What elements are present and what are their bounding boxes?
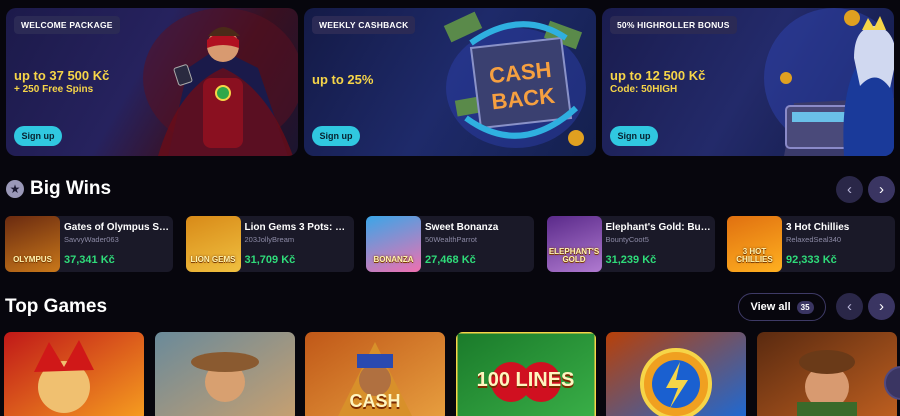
view-all-button[interactable]: View all 35 [738, 293, 826, 321]
win-game-name: Gates of Olympus Su... [64, 222, 170, 233]
game-thumbnail-label: OLYMPUS [13, 255, 52, 264]
win-game-name: Lion Gems 3 Pots: H... [244, 222, 351, 233]
game-thumbnail-label: 3 HOT CHILLIES [736, 247, 773, 264]
win-amount: 37,341 Kč [64, 254, 115, 266]
game-tile-lightning[interactable] [606, 332, 746, 416]
valkyrie-illustration [764, 8, 894, 156]
top-games-grid: CASH 100 LINES [4, 332, 897, 416]
top-games-next-button[interactable]: › [868, 293, 895, 320]
promo-code: Code: 50HIGH [610, 84, 678, 95]
big-win-card[interactable]: OLYMPUS Gates of Olympus Su... SavvyWader0… [5, 216, 173, 272]
big-win-card[interactable]: BONANZA Sweet Bonanza 50WealthParrot 27,468… [366, 216, 534, 272]
promo-badge: WEEKLY CASHBACK [312, 16, 416, 34]
chevron-left-icon: ‹ [847, 298, 852, 315]
big-wins-next-button[interactable]: › [868, 176, 895, 203]
game-art [756, 332, 897, 416]
win-username: 203JollyBream [244, 235, 295, 244]
view-all-label: View all [750, 301, 791, 313]
win-amount: 27,468 Kč [425, 254, 476, 266]
star-icon: ★ [6, 180, 24, 198]
promo-carousel: WELCOME PACKAGE up to 37 500 Kč + 250 Fr… [6, 8, 894, 156]
big-win-card[interactable]: ELEPHANT'S GOLD Elephant's Gold: Buy... Bo… [546, 216, 715, 272]
promo-highroller-bonus[interactable]: 50% HIGHROLLER BONUS up to 12 500 Kč Cod… [602, 8, 894, 156]
promo-headline: up to 12 500 Kč [610, 68, 706, 83]
win-username: SavvyWader063 [64, 235, 119, 244]
big-win-card[interactable]: LION GEMS Lion Gems 3 Pots: H... 203JollyB… [185, 216, 354, 272]
game-tile-cherry[interactable]: 100 LINES [455, 332, 596, 416]
superhero-illustration [143, 8, 298, 156]
top-games-prev-button[interactable]: ‹ [836, 293, 863, 320]
game-tile-cowboy[interactable] [154, 332, 295, 416]
big-wins-prev-button[interactable]: ‹ [836, 176, 863, 203]
cashback-chest-illustration: CASH BACK [443, 11, 586, 148]
chevron-right-icon: › [879, 298, 884, 315]
promo-subline: + 250 Free Spins [14, 84, 94, 95]
view-all-count-badge: 35 [796, 300, 814, 314]
game-thumbnail: BONANZA [366, 216, 421, 272]
game-thumbnail-label: BONANZA [373, 255, 414, 264]
win-amount: 31,709 Kč [244, 254, 296, 266]
game-thumbnail-label: ELEPHANT'S GOLD [548, 247, 600, 264]
sign-up-button[interactable]: Sign up [312, 126, 360, 146]
win-game-name: Elephant's Gold: Buy... [605, 222, 712, 233]
win-username: RelaxedSeal340 [786, 235, 842, 244]
game-thumbnail: LION GEMS [185, 216, 241, 272]
chevron-right-icon: › [879, 181, 884, 198]
game-tile-explorer[interactable] [756, 332, 897, 416]
game-thumbnail: ELEPHANT'S GOLD [546, 216, 602, 272]
game-thumbnail: OLYMPUS [5, 216, 60, 272]
win-username: 50WealthParrot [425, 235, 477, 244]
game-tile-jester[interactable] [4, 332, 144, 416]
game-thumbnail-label: LION GEMS [190, 255, 236, 264]
win-username: BountyCoot5 [605, 235, 649, 244]
win-amount: 31,239 Kč [605, 254, 657, 266]
big-win-card[interactable]: 3 HOT CHILLIES 3 Hot Chillies RelaxedSeal3… [727, 216, 895, 272]
game-thumbnail: 3 HOT CHILLIES [727, 216, 782, 272]
promo-badge: 50% HIGHROLLER BONUS [610, 16, 737, 34]
win-game-name: 3 Hot Chillies [786, 222, 850, 233]
big-wins-title: Big Wins [30, 178, 112, 199]
game-tile-label: CASH [349, 391, 401, 411]
game-tile-label: 100 LINES [476, 369, 575, 391]
promo-badge: WELCOME PACKAGE [14, 16, 120, 34]
big-wins-list: OLYMPUS Gates of Olympus Su... SavvyWader0… [5, 216, 895, 272]
game-art [4, 332, 144, 416]
sign-up-button[interactable]: Sign up [14, 126, 62, 146]
promo-weekly-cashback[interactable]: CASH BACK WEEKLY CASHBACK up to 25% Sign… [304, 8, 596, 156]
chevron-left-icon: ‹ [847, 181, 852, 198]
promo-welcome-package[interactable]: WELCOME PACKAGE up to 37 500 Kč + 250 Fr… [6, 8, 298, 156]
sign-up-button[interactable]: Sign up [610, 126, 658, 146]
win-game-name: Sweet Bonanza [425, 222, 499, 233]
promo-headline: up to 25% [312, 72, 374, 87]
game-tile-cleopatra[interactable]: CASH [305, 332, 445, 416]
win-amount: 92,333 Kč [786, 254, 837, 266]
game-art [154, 332, 295, 416]
game-art [606, 332, 746, 416]
promo-headline: up to 37 500 Kč [14, 68, 110, 83]
top-games-title: Top Games [5, 296, 108, 317]
